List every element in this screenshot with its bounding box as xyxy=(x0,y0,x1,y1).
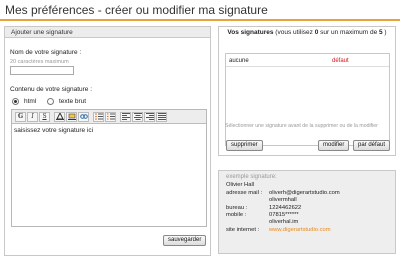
selection-hint: Sélectionner une signature avant de la s… xyxy=(225,123,378,129)
default-badge: défaut xyxy=(332,58,349,64)
format-html-option[interactable]: html xyxy=(12,98,36,105)
text-radio[interactable] xyxy=(47,98,54,105)
align-justify-icon[interactable] xyxy=(156,111,167,122)
signatures-panel: Vos signatures (vous utilisez 0 sur un m… xyxy=(218,26,396,156)
header-text-3: ) xyxy=(382,29,387,36)
html-radio-label: html xyxy=(24,98,37,105)
signature-content-label: Contenu de votre signature : xyxy=(10,86,93,93)
list-item[interactable]: aucune défaut xyxy=(226,56,389,66)
signature-name-label: Nom de votre signature : xyxy=(10,49,82,56)
page-title: Mes préférences - créer ou modifier ma s… xyxy=(5,3,268,17)
align-right-icon[interactable] xyxy=(144,111,155,122)
example-row: bureau :1224462622 xyxy=(226,205,302,211)
signature-list[interactable]: aucune défaut xyxy=(225,53,390,146)
signatures-title: Vos signatures xyxy=(227,29,274,36)
example-row: oliverhal.im xyxy=(269,219,299,225)
signature-example-panel: exemple signature: Olivier Hall adresse … xyxy=(218,170,396,254)
add-signature-panel: Ajouter une signature Nom de votre signa… xyxy=(4,26,211,256)
editor-content[interactable]: saisissez votre signature ici xyxy=(14,127,93,134)
format-text-option[interactable]: texte brut xyxy=(47,98,86,105)
example-row: adresse mail : oliverh@digerartstudio.com xyxy=(226,190,340,196)
example-row: mobile :07815****** xyxy=(226,212,299,218)
align-center-icon[interactable] xyxy=(132,111,143,122)
set-default-button[interactable]: par défaut xyxy=(353,140,391,151)
header-text-2: sur un maximum de xyxy=(318,29,379,36)
unordered-list-icon[interactable] xyxy=(93,111,104,122)
editor-toolbar: G I S xyxy=(12,110,206,124)
example-label: exemple signature: xyxy=(226,174,277,180)
underline-icon[interactable]: S xyxy=(39,111,50,122)
header-text-1: (vous utilisez xyxy=(273,29,315,36)
text-radio-label: texte brut xyxy=(59,98,87,105)
signature-editor[interactable]: G I S saisissez votre signature ici xyxy=(11,109,207,227)
modify-button[interactable]: modifier xyxy=(318,140,350,151)
link-icon[interactable] xyxy=(78,111,89,122)
example-site-link: www.digerartstudio.com xyxy=(269,227,331,233)
html-radio[interactable] xyxy=(12,98,19,105)
italic-icon[interactable]: I xyxy=(27,111,38,122)
example-name: Olivier Hall xyxy=(226,182,255,188)
delete-button[interactable]: supprimer xyxy=(226,140,263,151)
example-row: olivermhall xyxy=(269,197,297,203)
align-left-icon[interactable] xyxy=(120,111,131,122)
ordered-list-icon[interactable] xyxy=(105,111,116,122)
signatures-header: Vos signatures (vous utilisez 0 sur un m… xyxy=(219,29,395,36)
signature-name-hint: 20 caractères maximum xyxy=(10,59,69,65)
save-button[interactable]: sauvegarder xyxy=(163,235,207,246)
signature-name-input[interactable] xyxy=(10,66,74,75)
bold-icon[interactable]: G xyxy=(15,111,26,122)
bg-color-icon[interactable] xyxy=(66,111,77,122)
panel-header: Ajouter une signature xyxy=(5,27,210,38)
text-color-icon[interactable] xyxy=(54,111,65,122)
example-site-row: site internet : www.digerartstudio.com xyxy=(226,227,331,233)
signature-name: aucune xyxy=(229,58,249,64)
row-divider xyxy=(226,66,389,67)
title-divider xyxy=(0,19,400,21)
